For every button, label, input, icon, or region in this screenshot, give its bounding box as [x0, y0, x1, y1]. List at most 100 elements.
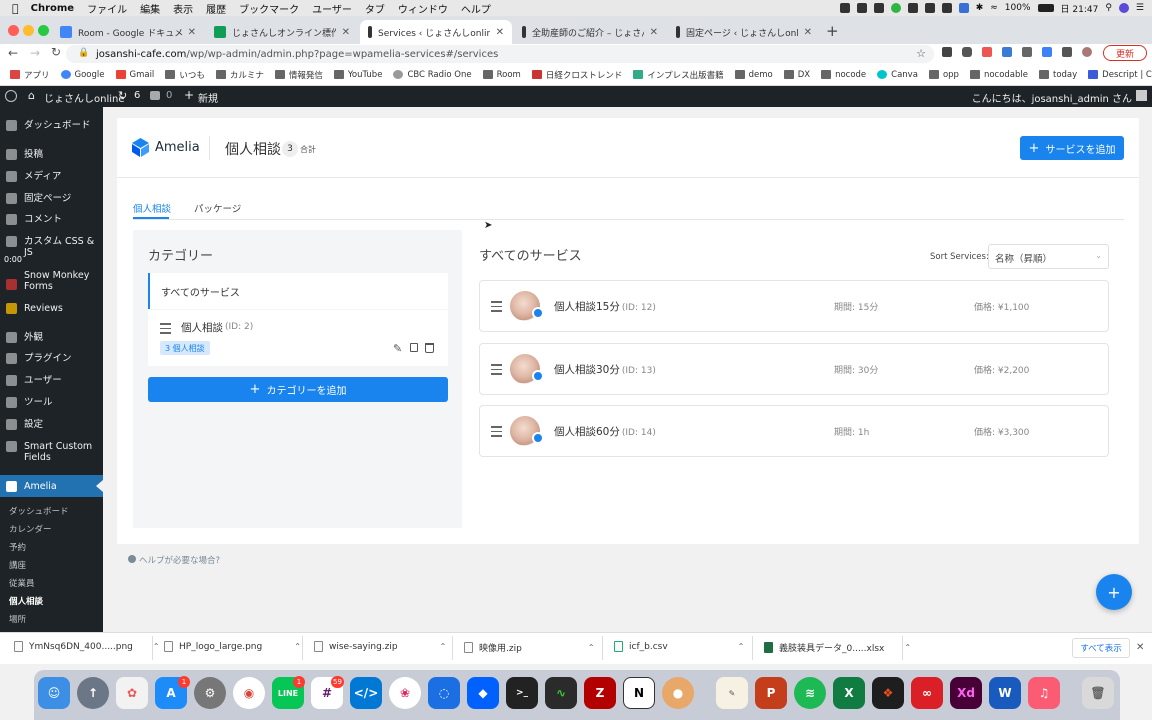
- bookmark-folder[interactable]: カルミナ: [215, 69, 264, 81]
- cookie-app-icon[interactable]: ●: [662, 677, 694, 709]
- bookmark-dx[interactable]: DX: [783, 70, 810, 80]
- download-item[interactable]: YmNsq6DN_400.....png ⌃: [14, 641, 160, 652]
- submenu-employees[interactable]: 従業員: [9, 577, 35, 589]
- sidebar-item-dashboard[interactable]: ダッシュボード: [0, 119, 103, 131]
- creative-cloud-icon[interactable]: ∞: [911, 677, 943, 709]
- drag-handle-icon[interactable]: [491, 426, 502, 440]
- help-link[interactable]: ヘルプが必要な場合?: [139, 554, 220, 566]
- chevron-up-icon[interactable]: ⌃: [738, 642, 745, 651]
- sidebar-item-pages[interactable]: 固定ページ: [0, 192, 103, 204]
- tab-spreadsheet[interactable]: じょさんしオンライン標作業工程表 ✕: [206, 20, 358, 44]
- bookmark-impress[interactable]: インプレス出版書籍: [633, 69, 724, 81]
- menu-bookmarks[interactable]: ブックマーク: [239, 1, 299, 16]
- photos-icon[interactable]: ✿: [116, 677, 148, 709]
- extension-icon[interactable]: [1042, 47, 1052, 57]
- zoom-window-button[interactable]: [38, 25, 49, 36]
- chevron-up-icon[interactable]: ⌃: [294, 642, 301, 651]
- adobe-xd-icon[interactable]: Xd: [950, 677, 982, 709]
- figma-icon[interactable]: ❖: [872, 677, 904, 709]
- pocket-extension-icon[interactable]: [962, 47, 972, 57]
- extension-icon[interactable]: [982, 47, 992, 57]
- sidebar-item-tools[interactable]: ツール: [0, 396, 103, 408]
- sidebar-item-media[interactable]: メディア: [0, 170, 103, 182]
- bookmark-today[interactable]: today: [1039, 70, 1077, 80]
- finder-icon[interactable]: ☺: [38, 677, 70, 709]
- excel-icon[interactable]: X: [833, 677, 865, 709]
- bookmark-descript[interactable]: Descript | Create...: [1088, 70, 1152, 80]
- clock[interactable]: 日 21:47: [1061, 2, 1099, 15]
- tab-google-docs[interactable]: Room - Google ドキュメント ✕: [52, 20, 204, 44]
- tab-services[interactable]: 個人相談: [133, 201, 171, 215]
- bookmark-folder[interactable]: 情報発信: [274, 69, 323, 81]
- download-item[interactable]: HP_logo_large.png ⌃: [164, 641, 301, 652]
- terminal-icon[interactable]: >_: [506, 677, 538, 709]
- help-icon[interactable]: [128, 555, 136, 563]
- profile-avatar[interactable]: [1082, 47, 1092, 57]
- bookmark-star-icon[interactable]: ☆: [916, 47, 926, 60]
- menu-window[interactable]: ウィンドウ: [398, 1, 448, 16]
- status-icon[interactable]: [941, 3, 952, 13]
- new-tab-button[interactable]: +: [826, 22, 839, 40]
- drag-handle-icon[interactable]: [160, 323, 171, 334]
- show-all-downloads-button[interactable]: すべて表示: [1072, 638, 1130, 658]
- sort-select[interactable]: 名称（昇順） ⌄: [988, 244, 1109, 269]
- notion-icon[interactable]: N: [623, 677, 655, 709]
- sidebar-item-posts[interactable]: 投稿: [0, 148, 103, 160]
- service-card[interactable]: 個人相談60分 (ID: 14) 期間: 1h 価格: ¥3,300: [479, 405, 1109, 457]
- drag-handle-icon[interactable]: [491, 301, 502, 315]
- drag-handle-icon[interactable]: [491, 364, 502, 378]
- bookmark-apps[interactable]: アプリ: [10, 69, 50, 81]
- scrapbox-icon[interactable]: ❀: [389, 677, 421, 709]
- site-name-link[interactable]: じょさんしonline: [44, 90, 125, 105]
- eyedropper-extension-icon[interactable]: [1022, 47, 1032, 57]
- bookmark-canva[interactable]: Canva: [877, 70, 918, 80]
- duplicate-icon[interactable]: [410, 343, 418, 352]
- music-icon[interactable]: ♫: [1028, 677, 1060, 709]
- category-item[interactable]: [148, 310, 448, 366]
- service-card[interactable]: 個人相談30分 (ID: 13) 期間: 30分 価格: ¥2,200: [479, 343, 1109, 395]
- status-icon[interactable]: [924, 3, 935, 13]
- status-icon[interactable]: [873, 3, 884, 13]
- menu-user[interactable]: ユーザー: [312, 1, 352, 16]
- menu-history[interactable]: 履歴: [206, 1, 226, 16]
- word-icon[interactable]: W: [989, 677, 1021, 709]
- menu-view[interactable]: 表示: [173, 1, 193, 16]
- launchpad-icon[interactable]: ↑: [77, 677, 109, 709]
- tab-midwives[interactable]: 全助産師のご紹介 – じょさんしonl ✕: [514, 20, 666, 44]
- close-window-button[interactable]: [8, 25, 19, 36]
- bluetooth-icon[interactable]: ✱: [976, 3, 984, 13]
- submenu-services-active[interactable]: 個人相談: [9, 595, 43, 607]
- bookmark-nocodable[interactable]: nocodable: [969, 70, 1028, 80]
- status-icon[interactable]: [839, 3, 850, 13]
- battery-icon[interactable]: [1037, 4, 1054, 12]
- close-tab-icon[interactable]: ✕: [342, 27, 350, 38]
- comments-icon[interactable]: [150, 91, 160, 100]
- activity-monitor-icon[interactable]: ∿: [545, 677, 577, 709]
- sidebar-item-comments[interactable]: コメント: [0, 213, 103, 225]
- bookmark-room[interactable]: Room: [482, 70, 521, 80]
- update-button[interactable]: 更新: [1103, 45, 1147, 61]
- user-avatar[interactable]: [1136, 90, 1147, 101]
- service-card[interactable]: 個人相談15分 (ID: 12) 期間: 15分 価格: ¥1,100: [479, 280, 1109, 332]
- tab-services-active[interactable]: Services ‹ じょさんしonline — W ✕: [360, 20, 512, 44]
- tab-pages[interactable]: 固定ページ ‹ じょさんしonline — ✕: [668, 20, 820, 44]
- reload-icon[interactable]: ↻: [51, 45, 61, 59]
- status-icon[interactable]: [907, 3, 918, 13]
- chevron-up-icon[interactable]: ⌃: [588, 643, 595, 652]
- puzzle-icon[interactable]: [1062, 47, 1072, 57]
- close-downloads-icon[interactable]: ✕: [1136, 642, 1144, 653]
- new-content-link[interactable]: 新規: [198, 90, 218, 105]
- bookmark-demo[interactable]: demo: [734, 70, 773, 80]
- dropbox-icon[interactable]: [856, 3, 867, 13]
- bookmark-nikkei[interactable]: 日経クロストレンド: [531, 69, 622, 81]
- chevron-up-icon[interactable]: ⌃: [440, 642, 447, 651]
- chevron-up-icon[interactable]: ⌃: [153, 642, 160, 651]
- submenu-locations[interactable]: 場所: [9, 613, 26, 625]
- comments-count[interactable]: 0: [166, 90, 172, 101]
- sidebar-item-amelia[interactable]: Amelia: [0, 480, 103, 492]
- greeting-link[interactable]: こんにちは、josanshi_admin さん: [972, 90, 1132, 105]
- submenu-calendar[interactable]: カレンダー: [9, 523, 52, 535]
- sidebar-item-plugins[interactable]: プラグイン: [0, 352, 103, 364]
- notion-extension-icon[interactable]: [942, 47, 952, 57]
- control-center-icon[interactable]: ☰: [1136, 3, 1144, 13]
